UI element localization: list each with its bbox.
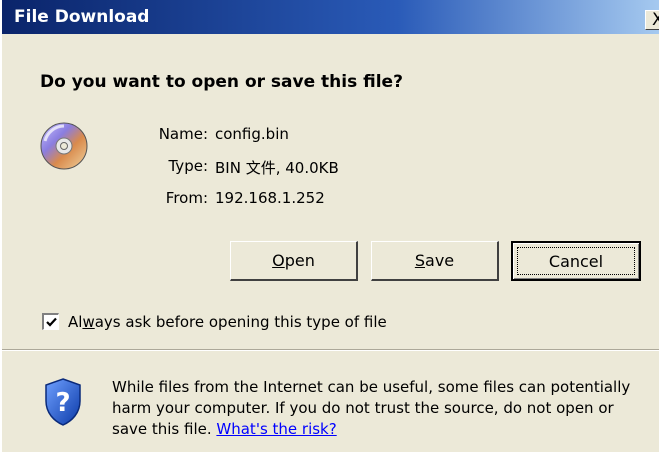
always-ask-label[interactable]: Always ask before opening this type of f… — [68, 313, 387, 331]
security-warning: While files from the Internet can be use… — [112, 377, 652, 440]
always-ask-mnemonic: w — [82, 313, 95, 331]
open-label-rest: pen — [284, 251, 315, 270]
focus-rectangle — [517, 247, 635, 275]
window-title: File Download — [14, 7, 150, 27]
warning-text: While files from the Internet can be use… — [112, 378, 631, 438]
file-name-value: config.bin — [215, 125, 289, 143]
close-icon: X — [652, 10, 659, 30]
file-type-value: BIN 文件, 40.0KB — [215, 159, 339, 177]
file-name-label: Name: — [158, 125, 208, 143]
title-bar[interactable]: File Download X — [2, 0, 659, 34]
always-ask-label-part1: Al — [68, 313, 83, 331]
save-button[interactable]: Save — [371, 241, 499, 281]
open-button[interactable]: Open — [230, 241, 358, 281]
file-type-label: Type: — [168, 157, 208, 175]
open-mnemonic: O — [272, 251, 285, 270]
always-ask-label-part2: ays ask before opening this type of file — [94, 313, 387, 331]
whats-the-risk-link[interactable]: What's the risk? — [216, 420, 336, 438]
file-from-value: 192.168.1.252 — [215, 189, 325, 207]
shield-question-icon: ? — [45, 378, 81, 426]
file-from-label: From: — [165, 189, 208, 207]
download-question: Do you want to open or save this file? — [40, 72, 403, 92]
cancel-button[interactable]: Cancel — [511, 241, 641, 281]
checkmark-icon — [46, 317, 57, 327]
always-ask-checkbox[interactable] — [42, 313, 59, 330]
save-mnemonic: S — [414, 251, 426, 270]
save-label-rest: ave — [425, 251, 455, 270]
close-button[interactable]: X — [645, 10, 659, 30]
section-divider — [2, 349, 659, 351]
file-download-dialog: File Download X Do you want to open or s… — [0, 0, 659, 452]
svg-text:?: ? — [55, 388, 70, 418]
